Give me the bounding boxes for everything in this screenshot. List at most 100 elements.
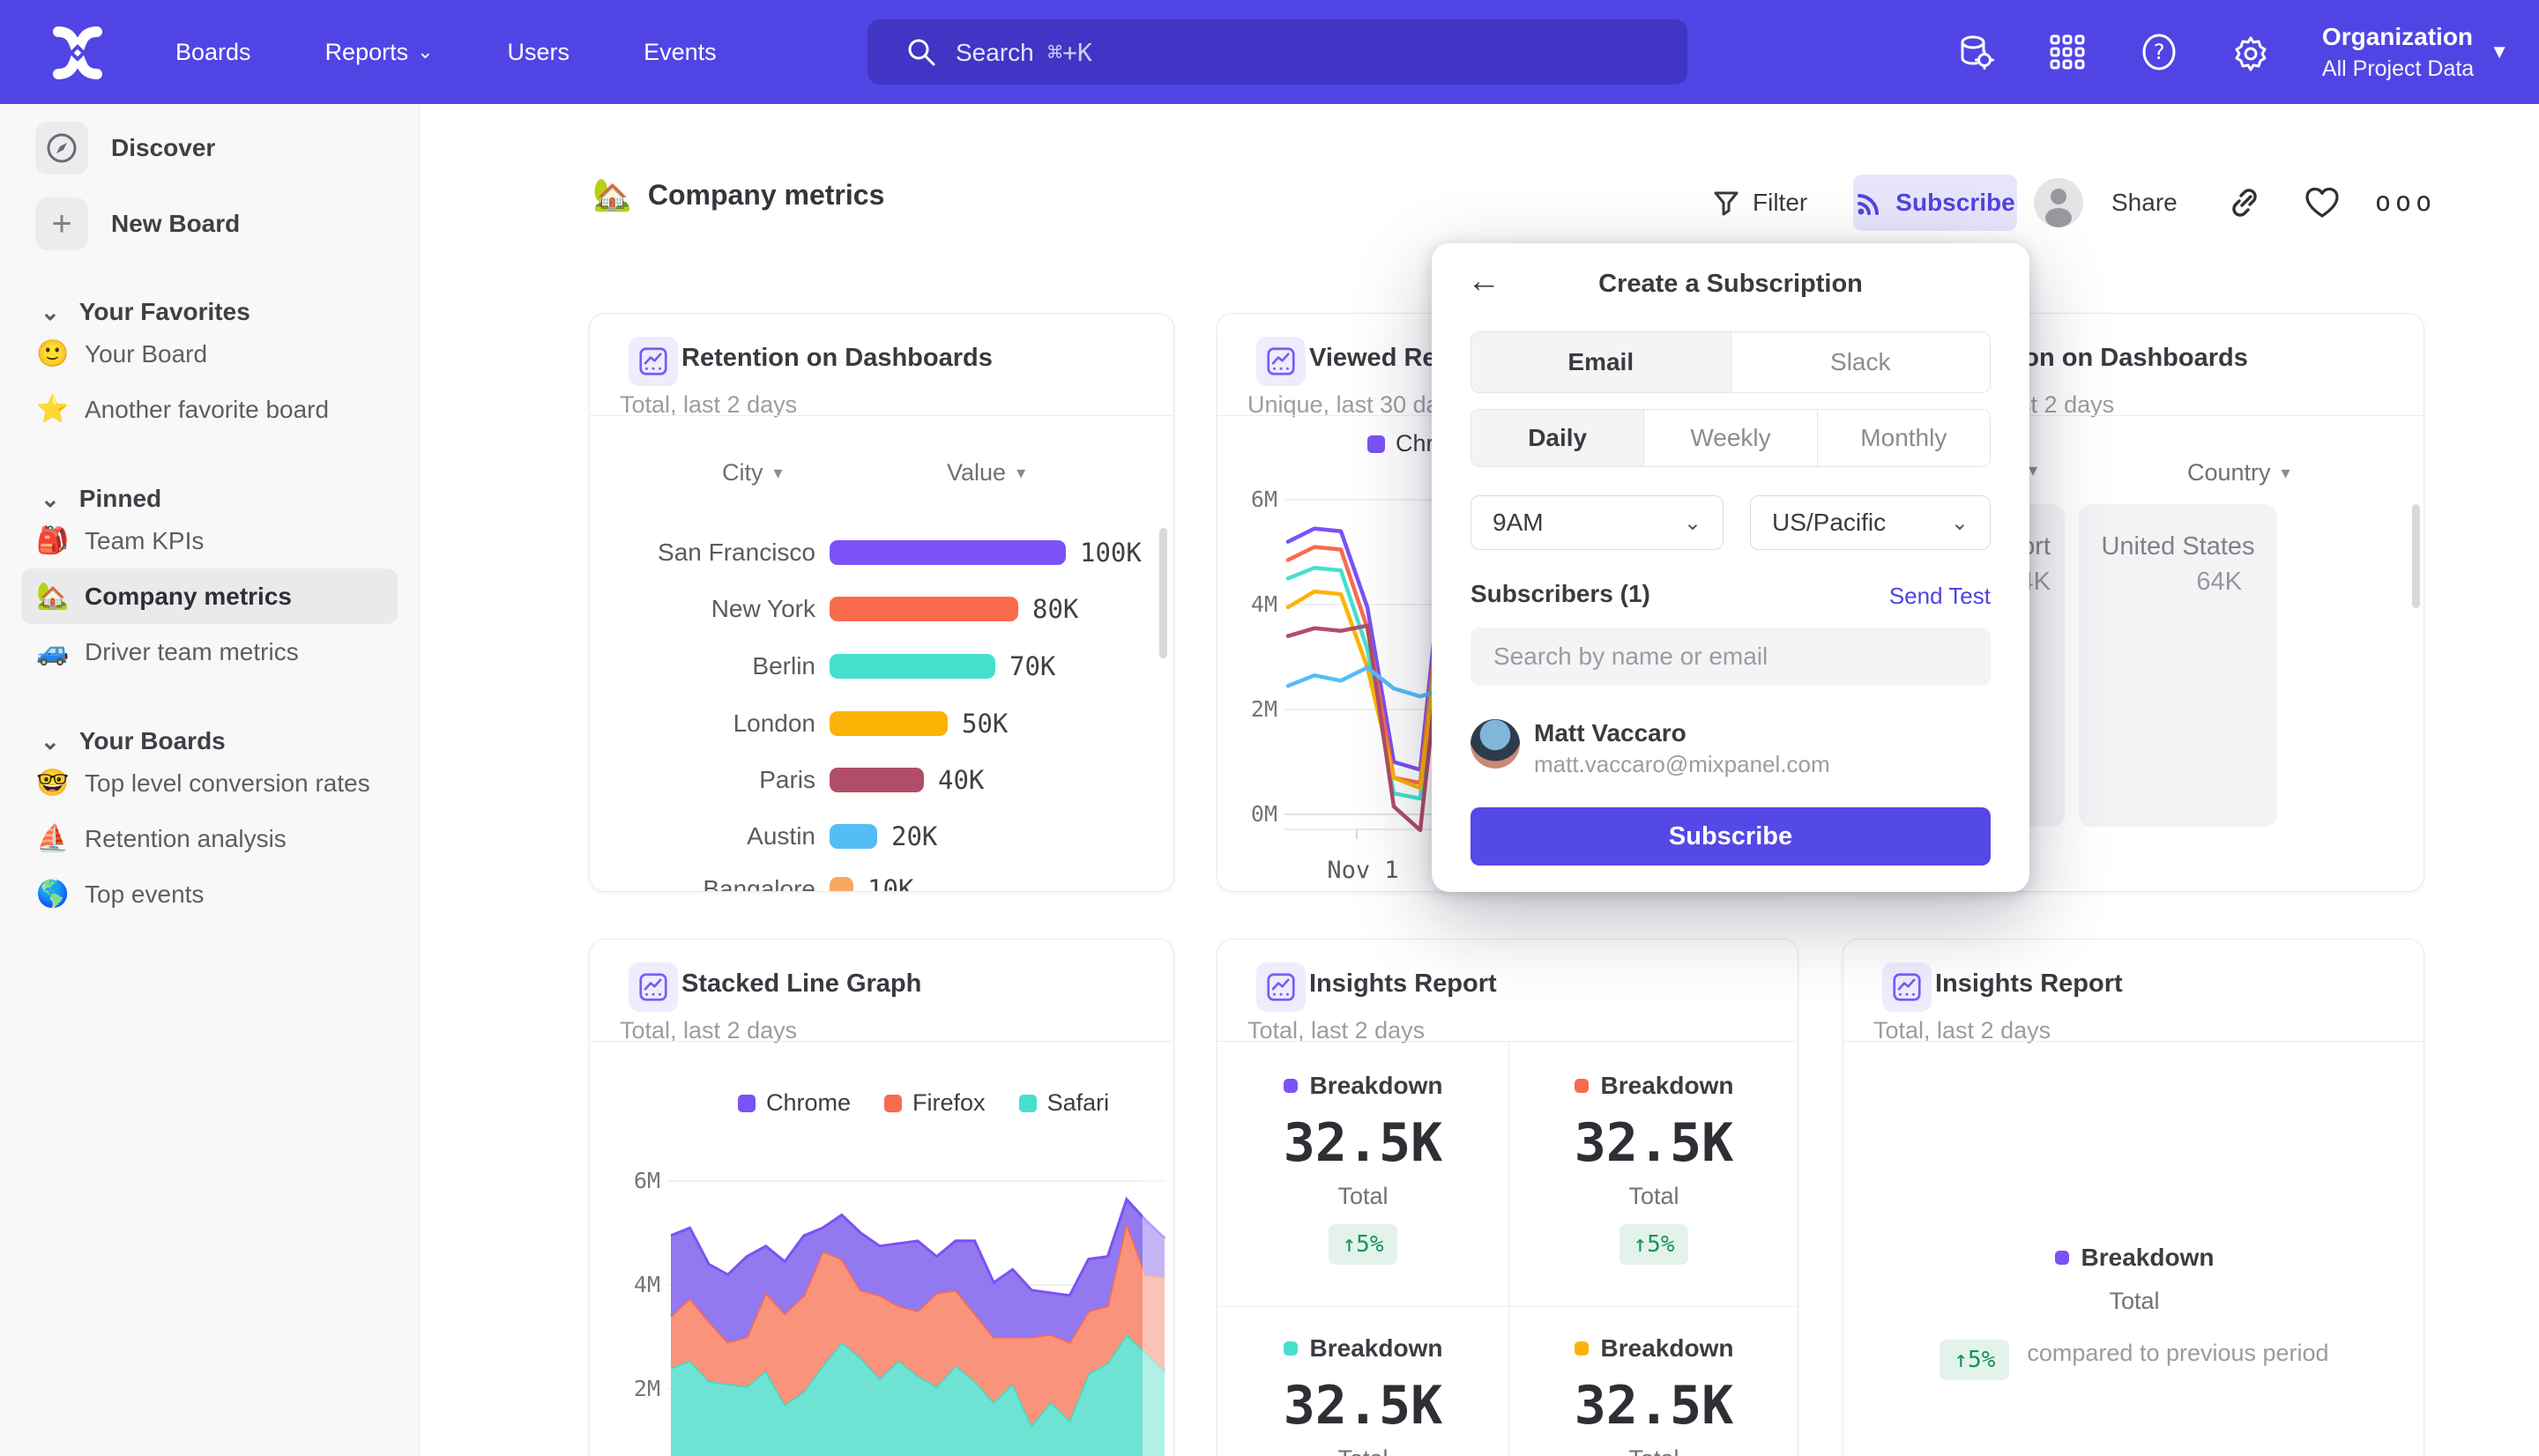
create-subscription-modal: ← Create a Subscription EmailSlack Daily… [1432,243,2029,892]
subscriber-email: matt.vaccaro@mixpanel.com [1534,751,1830,778]
time-select[interactable]: 9AM⌄ [1471,495,1724,550]
nav-link-users[interactable]: Users [508,39,570,66]
legend-swatch [1284,1079,1298,1093]
table-row[interactable]: London50K [590,706,1174,741]
chevron-down-icon: ⌄ [1951,510,1969,536]
help-icon[interactable]: ? [2139,32,2179,72]
tab-email[interactable]: Email [1471,332,1731,392]
sidebar-item-discover[interactable]: Discover [35,122,419,175]
scrollbar[interactable] [2412,504,2420,608]
tab-daily[interactable]: Daily [1471,410,1643,466]
subscribe-button[interactable]: Subscribe [1853,175,2017,231]
channel-tabs: EmailSlack [1471,331,1991,393]
scrollbar[interactable] [1159,528,1167,658]
sidebar-item-new-board[interactable]: + New Board [35,197,419,250]
insights-quadrant[interactable]: Breakdown32.5KTotal [1508,1334,1798,1456]
subscriber-search-input[interactable]: Search by name or email [1471,628,1991,686]
board-emoji: 🏡 [35,581,71,612]
divider [1217,1041,1798,1042]
card-insights-report-2: Insights Report Total, last 2 days Break… [1843,939,2424,1456]
board-emoji: ⭐ [35,394,71,425]
tab-slack[interactable]: Slack [1731,332,1991,392]
table-row[interactable]: Bangalore10K [590,872,1174,892]
modal-subscribe-button[interactable]: Subscribe [1471,807,1991,865]
report-chart-icon [1256,962,1306,1012]
insights-quadrant[interactable]: Breakdown32.5KTotal [1217,1334,1508,1456]
nav-link-boards[interactable]: Boards [175,39,251,66]
breakdown-tile-united-states[interactable]: United States 64K [2079,504,2277,827]
chevron-down-icon: ⌄ [417,41,433,63]
settings-gear-icon[interactable] [2230,32,2271,72]
chevron-down-icon: ⌄ [41,728,60,755]
chevron-down-icon: ⌄ [41,299,60,326]
city-label: Berlin [590,652,815,680]
column-header-city[interactable]: City▾ [722,459,783,487]
value-label: 50K [962,709,1008,739]
apps-grid-icon[interactable] [2047,32,2088,72]
sidebar-item-another-favorite-board[interactable]: ⭐Another favorite board [21,382,398,437]
filter-button[interactable]: Filter [1712,178,1807,227]
total-label: Total [1628,1445,1679,1456]
table-row[interactable]: Berlin70K [590,649,1174,684]
total-label: Total [1337,1445,1388,1456]
sidebar-section-pinned[interactable]: ⌄Pinned [41,485,419,513]
tab-weekly[interactable]: Weekly [1643,410,1816,466]
column-header-hidden[interactable]: ▾ [2029,459,2037,481]
send-test-link[interactable]: Send Test [1889,583,1991,610]
copy-link-icon[interactable] [2225,183,2264,227]
search-input[interactable]: Search ⌘+K [867,19,1687,85]
sidebar-item-top-events[interactable]: 🌎Top events [21,866,398,922]
table-row[interactable]: New York80K [590,591,1174,627]
chevron-down-icon: ▼ [2490,41,2509,63]
nav-links: Boards Reports⌄ Users Events [175,0,717,104]
card-title: Retention on Dashboards [681,344,993,373]
insights-quadrant[interactable]: Breakdown32.5KTotal↑5% [1508,1072,1798,1265]
sidebar-item-retention-analysis[interactable]: ⛵Retention analysis [21,811,398,866]
breakdown-label: Breakdown [1284,1334,1443,1363]
timezone-select[interactable]: US/Pacific⌄ [1750,495,1991,550]
sidebar-section-your-favorites[interactable]: ⌄Your Favorites [41,298,419,326]
favorite-heart-icon[interactable] [2303,183,2342,227]
svg-text:2M: 2M [634,1376,660,1401]
mixpanel-logo-icon[interactable] [49,25,106,81]
more-options-icon[interactable]: ooo [2375,187,2436,218]
board-emoji: 🌎 [35,879,71,910]
value-bar [830,824,877,849]
table-row[interactable]: San Francisco100K [590,535,1174,570]
board-emoji: 🏡 [592,176,632,213]
sidebar-item-your-board[interactable]: 🙂Your Board [21,326,398,382]
plus-icon: + [35,197,88,250]
divider [590,415,1173,416]
svg-text:2M: 2M [1251,696,1277,722]
avatar[interactable] [2034,178,2083,227]
tab-monthly[interactable]: Monthly [1817,410,1990,466]
column-header-country[interactable]: Country▾ [2187,459,2290,487]
table-row[interactable]: Austin20K [590,819,1174,854]
insights-quadrant[interactable]: Breakdown32.5KTotal↑5% [1217,1072,1508,1265]
sidebar-item-driver-team-metrics[interactable]: 🚙Driver team metrics [21,624,398,680]
breakdown-label: Breakdown [1284,1072,1443,1100]
nav-link-events[interactable]: Events [644,39,717,66]
delta-note: compared to previous period [2027,1340,2328,1367]
search-placeholder: Search ⌘+K [956,38,1092,67]
org-switcher[interactable]: Organization All Project Data ▼ [2322,23,2509,82]
board-emoji: 🙂 [35,338,71,369]
column-header-value[interactable]: Value▾ [947,459,1025,487]
nav-link-reports[interactable]: Reports⌄ [325,39,434,66]
svg-text:0M: 0M [1251,801,1277,827]
org-name: Organization [2322,23,2474,51]
board-emoji: 🤓 [35,768,71,799]
sidebar-item-company-metrics[interactable]: 🏡Company metrics [21,568,398,624]
page-title: 🏡 Company metrics [592,176,884,213]
sidebar-section-your-boards[interactable]: ⌄Your Boards [41,727,419,755]
legend-swatch [1284,1341,1298,1356]
value-label: 10K [867,874,913,892]
table-row[interactable]: Paris40K [590,762,1174,798]
sidebar-item-team-kpis[interactable]: 🎒Team KPIs [21,513,398,568]
sidebar-item-top-level-conversion-rates[interactable]: 🤓Top level conversion rates [21,755,398,811]
share-button[interactable]: Share [2111,178,2178,227]
svg-text:4M: 4M [634,1272,660,1297]
report-chart-icon [1882,962,1932,1012]
data-management-icon[interactable] [1955,32,1996,72]
card-title: Stacked Line Graph [681,969,921,999]
